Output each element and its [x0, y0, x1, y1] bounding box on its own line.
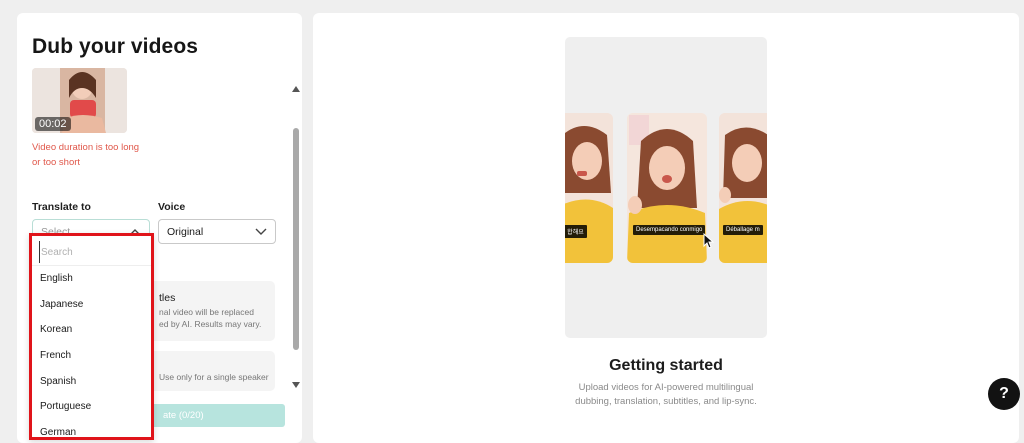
- language-dropdown: English Japanese Korean French Spanish P…: [29, 233, 154, 440]
- voice-select-value: Original: [167, 225, 204, 238]
- mouse-cursor-icon: [703, 232, 715, 254]
- subtitles-desc-line-2: ed by AI. Results may vary.: [159, 319, 262, 329]
- video-duration-badge: 00:02: [35, 117, 71, 131]
- subtitles-option-card[interactable]: tles nal video will be replaced ed by AI…: [147, 281, 275, 341]
- speaker-option-desc: Use only for a single speaker: [159, 372, 269, 382]
- translate-button[interactable]: ate (0/20): [147, 404, 285, 427]
- preview-frame-spanish: Desempacando conmigo: [627, 113, 707, 263]
- language-option-japanese[interactable]: Japanese: [32, 292, 151, 318]
- getting-started-title: Getting started: [609, 357, 723, 374]
- language-option-german[interactable]: German: [32, 420, 151, 443]
- scroll-up-arrow-icon[interactable]: [292, 79, 300, 97]
- voice-label: Voice: [158, 201, 186, 213]
- preview-frame-french: Déballage m: [719, 113, 767, 263]
- scroll-down-arrow-icon[interactable]: [292, 375, 300, 393]
- language-option-spanish[interactable]: Spanish: [32, 368, 151, 394]
- language-option-english[interactable]: English: [32, 266, 151, 292]
- language-list: English Japanese Korean French Spanish P…: [32, 266, 151, 443]
- language-option-portuguese[interactable]: Portuguese: [32, 394, 151, 420]
- subtitles-desc-line-1: nal video will be replaced: [159, 307, 254, 317]
- language-option-french[interactable]: French: [32, 343, 151, 369]
- help-button[interactable]: ?: [988, 378, 1020, 410]
- preview-panel: 이 합해요 Desempacando conmigo Débal: [313, 13, 1019, 443]
- scrollbar-thumb[interactable]: [293, 128, 299, 350]
- language-option-korean[interactable]: Korean: [32, 317, 151, 343]
- preview-phone-mockup: 이 합해요 Desempacando conmigo Débal: [565, 37, 767, 338]
- caption-french: Déballage m: [723, 225, 763, 235]
- subtitles-option-title: tles: [159, 292, 176, 304]
- subtitles-option-desc: nal video will be replaced ed by AI. Res…: [159, 306, 261, 330]
- preview-frame-korean: 이 합해요: [565, 113, 613, 263]
- voice-select[interactable]: Original: [158, 219, 276, 244]
- language-search-input[interactable]: [39, 241, 147, 263]
- caption-korean: 이 합해요: [565, 225, 587, 238]
- caption-spanish: Desempacando conmigo: [633, 225, 706, 235]
- getting-started-description: Upload videos for AI-powered multilingua…: [575, 382, 757, 407]
- chevron-down-icon: [252, 223, 270, 241]
- translate-to-label: Translate to: [32, 201, 91, 213]
- video-duration-error: Video duration is too long or too short: [32, 142, 140, 168]
- panel-title: Dub your videos: [32, 35, 199, 58]
- speaker-option-card[interactable]: Use only for a single speaker: [147, 351, 275, 391]
